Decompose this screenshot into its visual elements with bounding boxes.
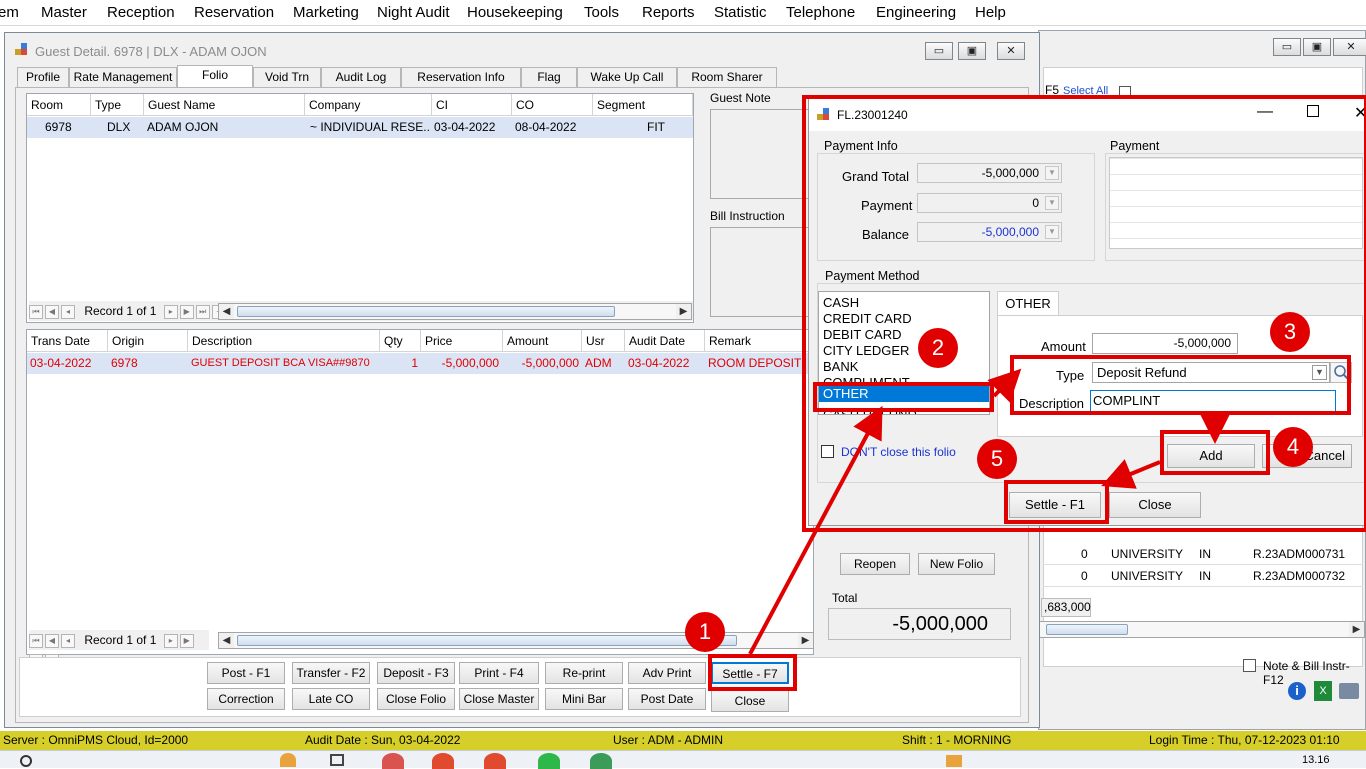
whatsapp-icon[interactable] — [538, 753, 560, 769]
status-login-time: Login Time : Thu, 07-12-2023 01:10 — [1149, 733, 1340, 747]
app-taskbar-icon[interactable] — [382, 753, 404, 769]
status-shift: Shift : 1 - MORNING — [902, 733, 1012, 747]
annotation-badge-1: 1 — [685, 612, 725, 652]
status-user: User : ADM - ADMIN — [613, 733, 724, 747]
taskbar: 13.16 — [0, 750, 1366, 769]
annotation-badge-4: 4 — [1273, 427, 1313, 467]
chrome-icon[interactable] — [432, 753, 454, 769]
arrow-4-to-5 — [1101, 459, 1161, 489]
status-server: Server : OmniPMS Cloud, Id=2000 — [3, 733, 189, 747]
clock: 13.16 — [1302, 754, 1330, 766]
annotation-arrows — [748, 368, 1231, 655]
arrow-2-to-3 — [987, 368, 1022, 403]
annotation-badge-5: 5 — [977, 439, 1017, 479]
search-icon[interactable] — [20, 755, 32, 767]
app-taskbar-icon[interactable] — [590, 753, 612, 769]
annotation-badge-2: 2 — [918, 328, 958, 368]
task-view-icon[interactable] — [330, 754, 344, 766]
status-bar: Server : OmniPMS Cloud, Id=2000 Audit Da… — [0, 731, 1366, 750]
annotation-badge-3: 3 — [1270, 312, 1310, 352]
status-audit-date: Audit Date : Sun, 03-04-2022 — [305, 733, 461, 747]
arrow-1-to-2 — [748, 405, 883, 655]
weather-icon[interactable] — [280, 753, 296, 767]
chrome-icon[interactable] — [484, 753, 506, 769]
tray-icon[interactable] — [946, 755, 962, 767]
